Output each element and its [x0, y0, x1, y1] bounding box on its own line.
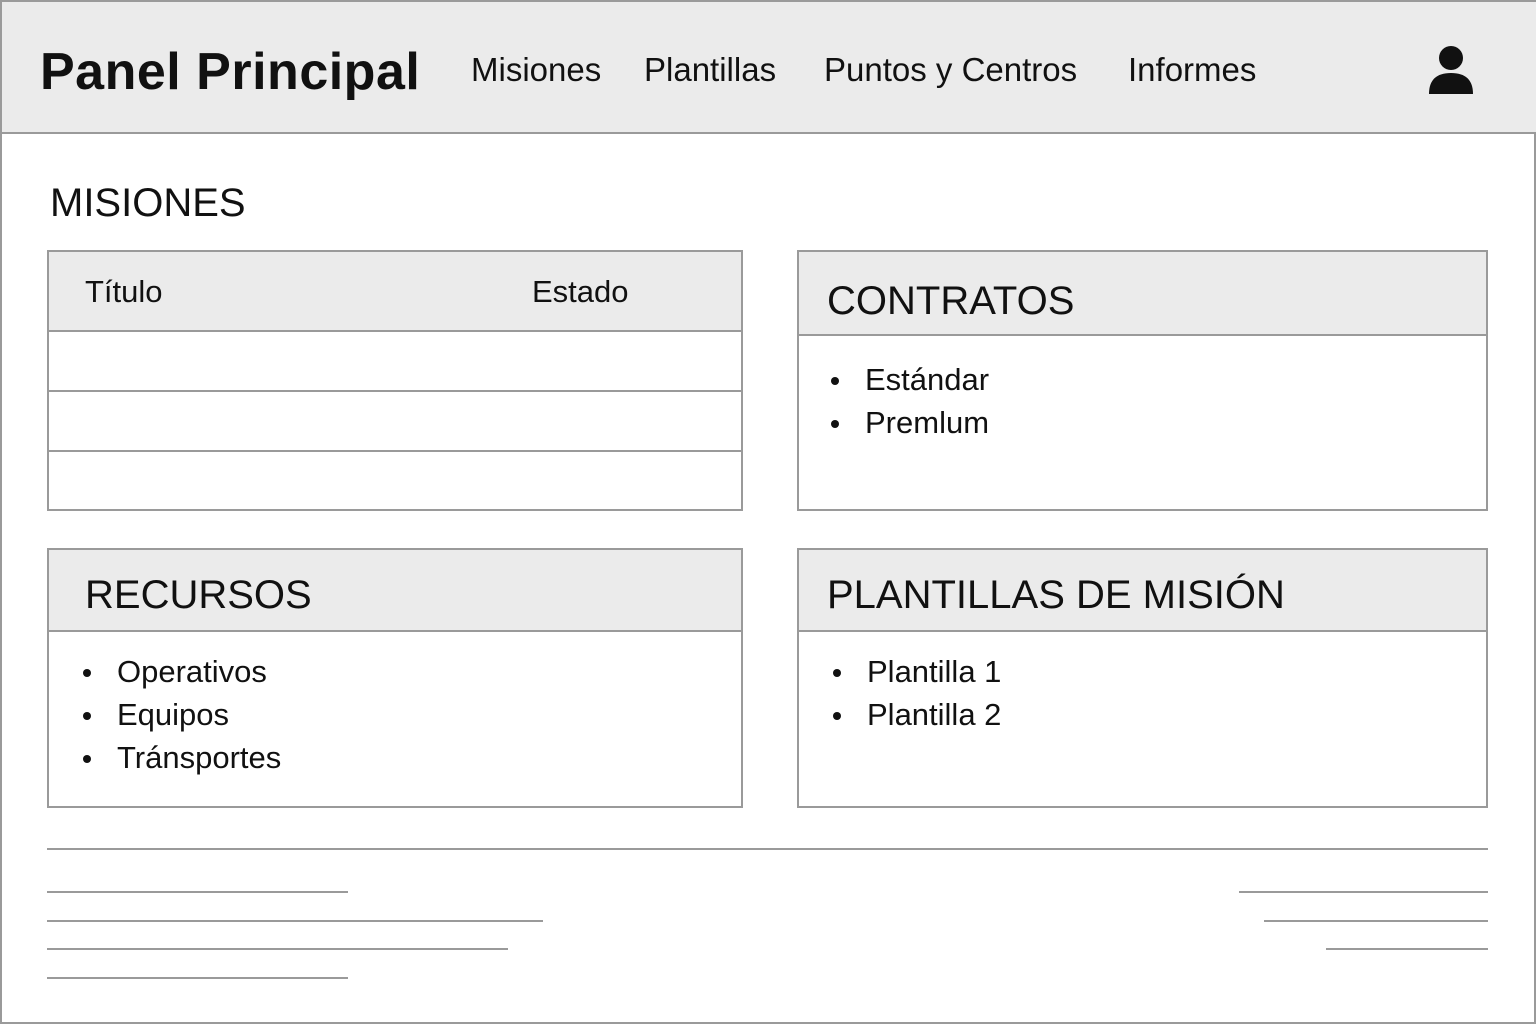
app-title: Panel Principal [40, 43, 421, 101]
nav-link-plantillas[interactable]: Plantillas [644, 50, 776, 90]
missions-table: Título Estado [47, 250, 743, 511]
list-item-plantilla-1[interactable]: Plantilla 1 [831, 650, 1001, 693]
footer-text-placeholder [47, 891, 348, 893]
footer-text-placeholder [1326, 948, 1488, 950]
list-item-contract-premium[interactable]: Premlum [829, 401, 989, 444]
column-header-title: Título [85, 274, 163, 309]
table-row[interactable] [49, 452, 741, 512]
contracts-list: Estándar Premlum [829, 358, 989, 444]
user-icon[interactable] [1426, 44, 1476, 96]
list-item-transportes[interactable]: Tránsportes [81, 736, 281, 779]
nav-link-puntos-centros[interactable]: Puntos y Centros [824, 50, 1077, 90]
templates-panel-header: PLANTILLAS DE MISIÓN [799, 550, 1486, 632]
resources-title: RECURSOS [85, 573, 312, 617]
footer-divider [47, 848, 1488, 850]
footer-text-placeholder [47, 948, 508, 950]
resources-panel-header: RECURSOS [49, 550, 741, 632]
resources-panel: RECURSOS Operativos Equipos Tránsportes [47, 548, 743, 808]
table-header: Título Estado [49, 252, 741, 332]
table-row[interactable] [49, 392, 741, 452]
list-item-plantilla-2[interactable]: Plantilla 2 [831, 693, 1001, 736]
contracts-title: CONTRATOS [827, 279, 1075, 323]
footer-text-placeholder [1264, 920, 1488, 922]
templates-list: Plantilla 1 Plantilla 2 [831, 650, 1001, 736]
app-window: Panel Principal Misiones Plantillas Punt… [0, 0, 1536, 1024]
footer-text-placeholder [1239, 891, 1488, 893]
resources-list: Operativos Equipos Tránsportes [81, 650, 281, 779]
nav-link-informes[interactable]: Informes [1128, 50, 1256, 90]
list-item-operativos[interactable]: Operativos [81, 650, 281, 693]
templates-title: PLANTILLAS DE MISIÓN [827, 573, 1285, 617]
list-item-contract-standard[interactable]: Estándar [829, 358, 989, 401]
footer-text-placeholder [47, 977, 348, 979]
nav-link-misiones[interactable]: Misiones [471, 50, 601, 90]
top-header: Panel Principal Misiones Plantillas Punt… [2, 2, 1536, 134]
contracts-panel-header: CONTRATOS [799, 252, 1486, 336]
list-item-equipos[interactable]: Equipos [81, 693, 281, 736]
mission-templates-panel: PLANTILLAS DE MISIÓN Plantilla 1 Plantil… [797, 548, 1488, 808]
missions-section-title: MISIONES [50, 181, 246, 225]
column-header-status: Estado [532, 274, 629, 309]
table-row[interactable] [49, 332, 741, 392]
contracts-panel: CONTRATOS Estándar Premlum [797, 250, 1488, 511]
footer-text-placeholder [47, 920, 543, 922]
user-icon-graphic [1429, 46, 1473, 94]
